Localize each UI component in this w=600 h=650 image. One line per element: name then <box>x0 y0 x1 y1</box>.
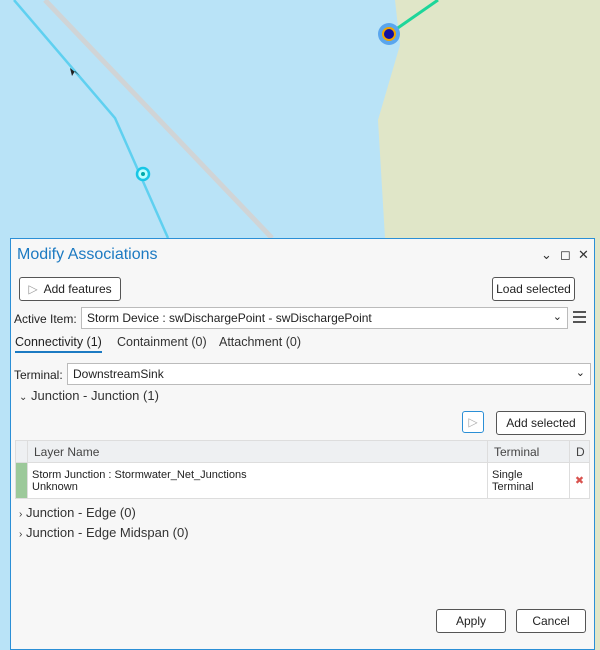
chevron-down-icon: ⌄ <box>19 392 28 403</box>
terminal-select[interactable]: DownstreamSink ⌄ <box>67 363 591 385</box>
close-icon[interactable]: ✕ <box>578 247 589 263</box>
pane-title: Modify Associations <box>17 246 158 263</box>
storm-line <box>13 0 170 239</box>
delete-icon[interactable]: ✖ <box>569 462 590 499</box>
add-selected-button[interactable]: Add selected <box>496 411 586 435</box>
chevron-down-icon: ⌄ <box>575 367 585 379</box>
terminal-cell: Single Terminal <box>487 462 570 499</box>
chevron-right-icon: › <box>19 529 23 540</box>
load-selected-button[interactable]: Load selected <box>492 277 575 301</box>
cancel-button[interactable]: Cancel <box>516 609 586 633</box>
maximize-icon[interactable]: ◻ <box>560 247 571 263</box>
select-tool-button[interactable]: ▷ <box>462 411 484 433</box>
section-junction-edge-midspan[interactable]: › Junction - Edge Midspan (0) <box>19 525 189 540</box>
cursor-icon: ▷ <box>468 415 478 429</box>
section-junction-edge[interactable]: › Junction - Edge (0) <box>19 505 136 520</box>
associations-table: Layer Name Terminal D Storm Junction : Sto… <box>15 440 590 499</box>
column-header-terminal[interactable]: Terminal <box>487 440 570 463</box>
active-item-select[interactable]: Storm Device : swDischargePoint - swDisc… <box>81 307 568 329</box>
chevron-down-icon[interactable]: ⌄ <box>541 247 552 263</box>
menu-icon[interactable] <box>573 311 586 323</box>
section-junction-junction[interactable]: ⌄ Junction - Junction (1) <box>19 388 159 403</box>
modify-associations-pane: Modify Associations ⌄ ◻ ✕ ▷ Add features … <box>10 238 595 650</box>
tab-attachment[interactable]: Attachment (0) <box>219 335 301 349</box>
chevron-down-icon: ⌄ <box>552 311 562 323</box>
layer-name: Storm Junction : Stormwater_Net_Junction… <box>32 468 247 481</box>
layer-subtype: Unknown <box>32 480 78 493</box>
chevron-right-icon: › <box>19 509 23 520</box>
gray-line <box>43 0 274 240</box>
terminal-label: Terminal: <box>14 368 63 382</box>
table-row[interactable]: Storm Junction : Stormwater_Net_Junction… <box>15 462 590 499</box>
tab-containment[interactable]: Containment (0) <box>117 335 207 349</box>
column-header-delete[interactable]: D <box>569 440 590 463</box>
row-marker <box>15 462 28 499</box>
apply-button[interactable]: Apply <box>436 609 506 633</box>
column-header-layer-name[interactable]: Layer Name <box>27 440 488 463</box>
cursor-icon: ▷ <box>28 282 38 296</box>
active-item-label: Active Item: <box>14 312 77 326</box>
tab-connectivity[interactable]: Connectivity (1) <box>15 335 102 353</box>
add-features-button[interactable]: ▷ Add features <box>19 277 121 301</box>
